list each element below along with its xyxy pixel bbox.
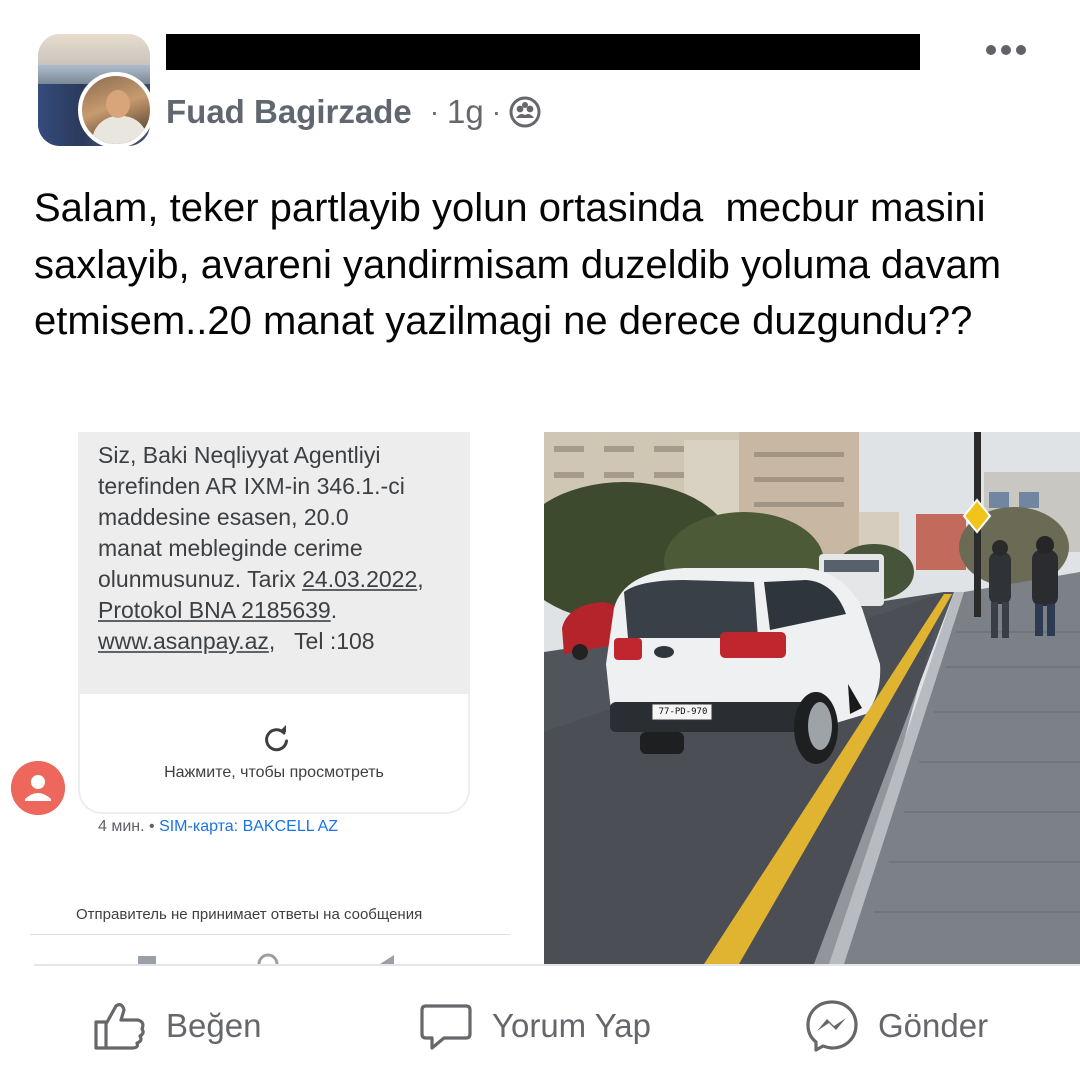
group-members-icon — [509, 96, 541, 128]
sms-website-link: www.asanpay.az — [98, 628, 269, 654]
street-photo-image[interactable]: 77-PD-970 — [544, 432, 1080, 964]
divider — [34, 964, 1080, 966]
post-header: Fuad Bagirzade · 1g · — [0, 0, 1080, 160]
send-label: Gönder — [878, 1007, 989, 1044]
meta-separator: · — [429, 96, 440, 127]
comment-label: Yorum Yap — [492, 1007, 652, 1044]
like-button[interactable]: Beğen — [92, 996, 261, 1056]
refresh-icon — [265, 725, 288, 752]
tap-to-view-label: Нажмите, чтобы просмотреть — [164, 764, 384, 781]
sms-meta: 4 мин. • SIM-карта: BAKCELL AZ — [98, 818, 339, 835]
more-options-icon[interactable] — [982, 38, 1030, 62]
street-photo — [544, 432, 1080, 964]
meta-separator: · — [491, 96, 502, 127]
sms-preview-card: Нажмите, чтобы просмотреть — [78, 694, 470, 814]
thumbs-up-icon — [94, 1003, 145, 1050]
contact-avatar-icon — [11, 761, 65, 815]
comment-icon — [420, 1004, 472, 1050]
post-time[interactable]: 1g — [447, 93, 484, 131]
post-text: Salam, teker partlayib yolun ortasinda m… — [34, 186, 1013, 343]
sms-protocol: Protokol BNA 2185639 — [98, 597, 331, 623]
comment-button[interactable]: Yorum Yap — [418, 996, 651, 1056]
android-navbar — [138, 953, 394, 964]
sms-date: 24.03.2022 — [302, 566, 418, 592]
sms-no-reply-notice: Отправитель не принимает ответы на сообщ… — [76, 906, 423, 923]
sms-message-text: Siz, Baki Neqliyyat Agentliyi terefinden… — [98, 442, 424, 654]
divider — [30, 934, 510, 935]
messenger-icon — [806, 1000, 858, 1052]
license-plate: 77-PD-970 — [658, 707, 708, 717]
author-name[interactable]: Fuad Bagirzade — [166, 93, 412, 131]
post-meta: Fuad Bagirzade · 1g · — [166, 88, 541, 136]
author-avatar[interactable] — [78, 72, 154, 148]
send-button[interactable]: Gönder — [804, 996, 988, 1056]
group-name-redacted — [166, 34, 920, 70]
sms-screenshot-image[interactable]: Siz, Baki Neqliyyat Agentliyi terefinden… — [0, 432, 538, 964]
post-actions: Beğen Yorum Yap Gönder — [0, 980, 1080, 1072]
like-label: Beğen — [166, 1007, 262, 1044]
